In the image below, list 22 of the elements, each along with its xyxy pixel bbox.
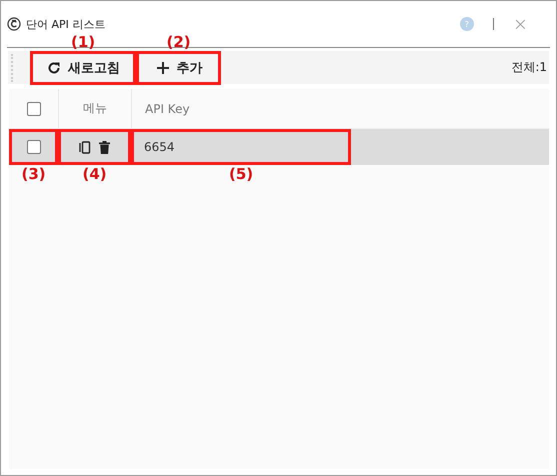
table-cell: 6654 [131, 129, 351, 165]
callout-label: (4) [82, 166, 107, 182]
trash-icon[interactable] [99, 140, 110, 154]
column-header[interactable]: 메뉴 [58, 89, 131, 128]
row-checkbox[interactable] [26, 140, 40, 154]
add-button[interactable]: 추가 [136, 50, 221, 84]
refresh-button[interactable]: 새로고침 [30, 50, 136, 84]
copy-icon[interactable] [79, 140, 91, 154]
refresh-icon [46, 60, 62, 76]
window-title: 단어 API 리스트 [26, 16, 106, 32]
close-button[interactable]: × [512, 14, 528, 34]
plus-icon [154, 60, 170, 76]
logo-icon [7, 17, 21, 31]
callout-label: (3) [22, 166, 46, 182]
callout-label: (5) [229, 166, 254, 182]
grip-handle[interactable] [11, 54, 15, 82]
table-row[interactable]: 6654 [9, 129, 549, 165]
callout-label: (1) [71, 34, 96, 50]
total-count: 전체:1 [511, 59, 548, 76]
column-header[interactable]: API Key [131, 89, 549, 128]
callout-label: (2) [166, 34, 191, 50]
select-all-checkbox[interactable] [26, 102, 40, 116]
